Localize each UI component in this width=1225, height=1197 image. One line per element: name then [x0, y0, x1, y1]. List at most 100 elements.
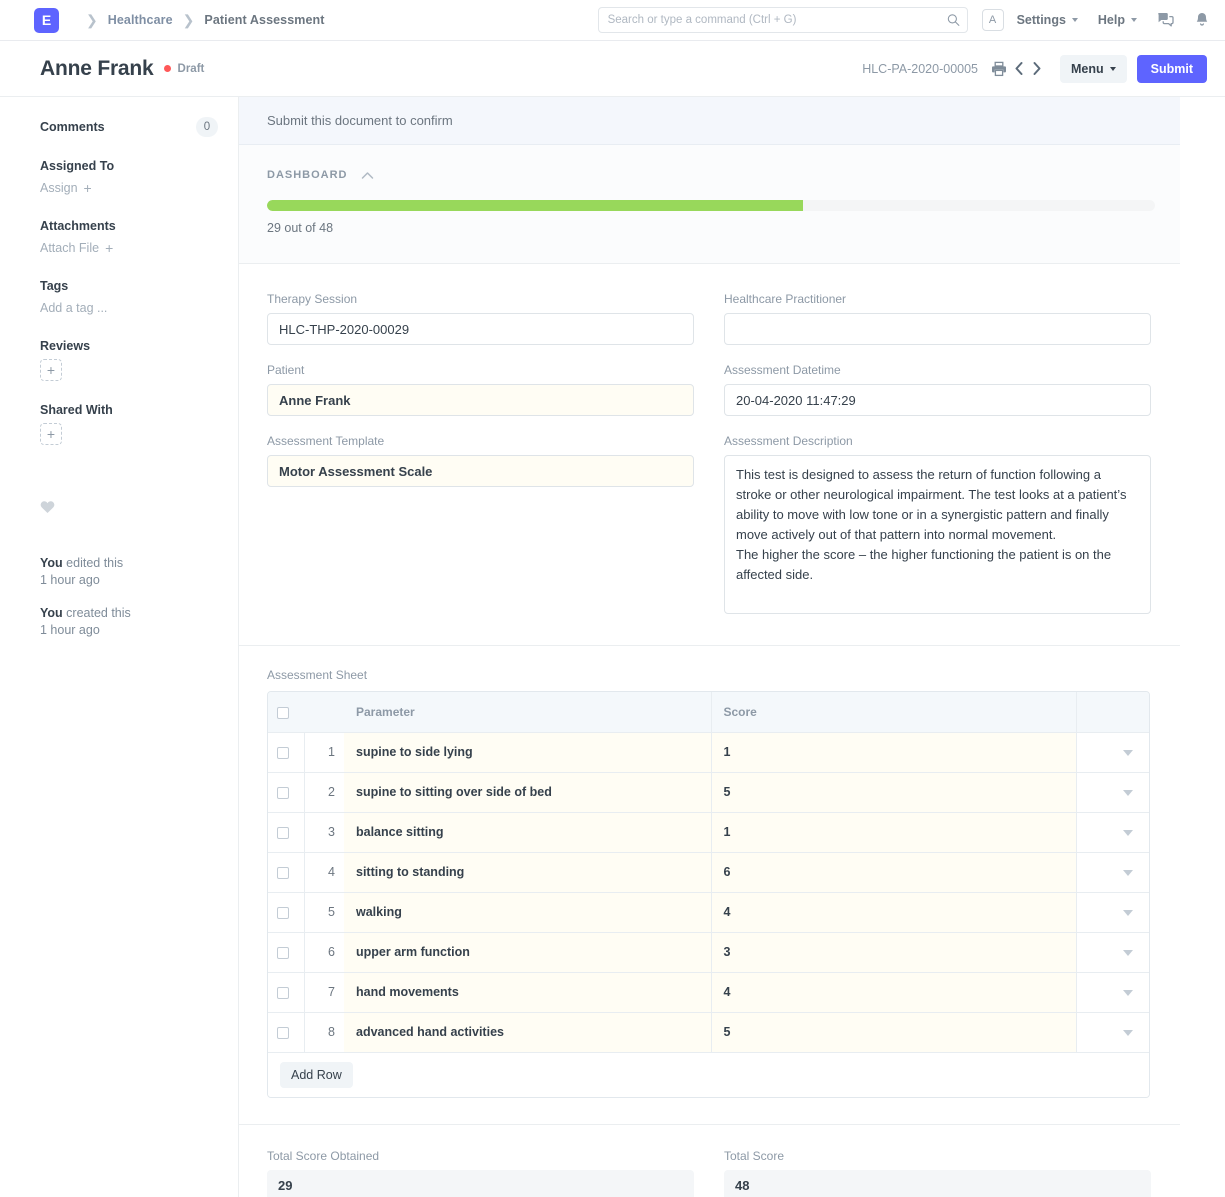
row-checkbox[interactable] [277, 987, 289, 999]
progress-label: 29 out of 48 [267, 221, 1156, 235]
progress-bar [267, 200, 1155, 211]
field-assessment-description: Assessment Description This test is desi… [724, 434, 1151, 619]
breadcrumb-item-healthcare[interactable]: Healthcare [108, 13, 173, 27]
table-row[interactable]: 8advanced hand activities5 [268, 1012, 1150, 1052]
add-review-button[interactable]: + [40, 359, 62, 381]
assessment-template-input[interactable] [267, 455, 694, 487]
patient-input[interactable] [267, 384, 694, 416]
table-row[interactable]: 6upper arm function3 [268, 932, 1150, 972]
settings-label: Settings [1017, 13, 1066, 27]
activity-time: 1 hour ago [40, 623, 100, 637]
add-row-button[interactable]: Add Row [280, 1062, 353, 1088]
row-select-cell [268, 772, 304, 812]
chevron-down-icon[interactable] [1123, 990, 1133, 996]
select-all-checkbox[interactable] [277, 707, 289, 719]
assign-button[interactable]: Assign + [40, 181, 92, 195]
cell-score[interactable]: 6 [711, 852, 1076, 892]
cell-parameter[interactable]: balance sitting [344, 812, 711, 852]
cell-score[interactable]: 3 [711, 932, 1076, 972]
cell-parameter[interactable]: supine to side lying [344, 732, 711, 772]
grid-footer: Add Row [268, 1053, 1149, 1097]
chat-button[interactable] [1157, 12, 1174, 28]
progress-bar-fill [267, 200, 803, 211]
assessment-template-label: Assessment Template [267, 434, 694, 448]
table-row[interactable]: 7hand movements4 [268, 972, 1150, 1012]
cell-score[interactable]: 1 [711, 812, 1076, 852]
chevron-down-icon[interactable] [1123, 1030, 1133, 1036]
healthcare-practitioner-input[interactable] [724, 313, 1151, 345]
cell-score[interactable]: 5 [711, 772, 1076, 812]
sidebar-item-comments[interactable]: Comments 0 [40, 117, 218, 137]
sidebar-section-assigned-to: Assigned To Assign + [40, 159, 218, 197]
cell-parameter[interactable]: upper arm function [344, 932, 711, 972]
chevron-down-icon[interactable] [1123, 950, 1133, 956]
heart-icon [40, 500, 55, 514]
cell-score[interactable]: 4 [711, 972, 1076, 1012]
chevron-right-icon: ❯ [183, 13, 195, 27]
status-badge: Draft [164, 63, 205, 75]
column-header-parameter[interactable]: Parameter [344, 692, 711, 732]
submit-button[interactable]: Submit [1137, 55, 1207, 83]
row-checkbox[interactable] [277, 867, 289, 879]
chevron-down-icon[interactable] [1123, 870, 1133, 876]
cell-parameter[interactable]: walking [344, 892, 711, 932]
cell-score[interactable]: 1 [711, 732, 1076, 772]
assessment-table: Parameter Score 1supine to side lying12s… [268, 692, 1150, 1053]
patient-label: Patient [267, 363, 694, 377]
cell-parameter[interactable]: sitting to standing [344, 852, 711, 892]
add-share-button[interactable]: + [40, 423, 62, 445]
column-header-score[interactable]: Score [711, 692, 1076, 732]
table-row[interactable]: 5walking4 [268, 892, 1150, 932]
add-tag-input[interactable]: Add a tag ... [40, 301, 107, 315]
table-row[interactable]: 4sitting to standing6 [268, 852, 1150, 892]
therapy-session-input[interactable] [267, 313, 694, 345]
field-assessment-template: Assessment Template [267, 434, 694, 487]
chevron-down-icon[interactable] [1123, 790, 1133, 796]
dashboard-header[interactable]: DASHBOARD [267, 169, 1156, 181]
cell-score[interactable]: 5 [711, 1012, 1076, 1052]
sidebar: Comments 0 Assigned To Assign + Attachme… [0, 97, 238, 1197]
table-row[interactable]: 3balance sitting1 [268, 812, 1150, 852]
settings-menu[interactable]: Settings [1017, 13, 1078, 27]
print-button[interactable] [991, 61, 1007, 77]
next-document-button[interactable] [1028, 61, 1046, 76]
collapse-button[interactable] [361, 171, 374, 180]
chevron-down-icon[interactable] [1123, 910, 1133, 916]
row-checkbox[interactable] [277, 787, 289, 799]
index-header [304, 692, 344, 732]
assessment-datetime-input[interactable] [724, 384, 1151, 416]
row-checkbox[interactable] [277, 747, 289, 759]
notifications-button[interactable] [1195, 12, 1209, 28]
row-index: 3 [304, 812, 344, 852]
row-actions-cell [1076, 932, 1150, 972]
row-checkbox[interactable] [277, 1027, 289, 1039]
table-row[interactable]: 1supine to side lying1 [268, 732, 1150, 772]
cell-parameter[interactable]: hand movements [344, 972, 711, 1012]
app-logo[interactable]: E [34, 8, 59, 33]
attach-file-button[interactable]: Attach File + [40, 241, 113, 255]
submit-hint-banner: Submit this document to confirm [239, 97, 1180, 145]
breadcrumb-item-patient-assessment[interactable]: Patient Assessment [204, 13, 324, 27]
chevron-down-icon[interactable] [1123, 750, 1133, 756]
like-button[interactable] [40, 500, 218, 519]
cell-parameter[interactable]: advanced hand activities [344, 1012, 711, 1052]
row-checkbox[interactable] [277, 827, 289, 839]
row-checkbox[interactable] [277, 907, 289, 919]
document-id: HLC-PA-2020-00005 [862, 62, 978, 76]
cell-parameter[interactable]: supine to sitting over side of bed [344, 772, 711, 812]
table-row[interactable]: 2supine to sitting over side of bed5 [268, 772, 1150, 812]
row-actions-cell [1076, 972, 1150, 1012]
row-checkbox[interactable] [277, 947, 289, 959]
row-actions-cell [1076, 1012, 1150, 1052]
avatar[interactable]: A [982, 9, 1004, 31]
help-menu[interactable]: Help [1098, 13, 1137, 27]
search-input[interactable] [598, 7, 968, 33]
chevron-down-icon[interactable] [1123, 830, 1133, 836]
row-select-cell [268, 852, 304, 892]
menu-button[interactable]: Menu [1060, 55, 1127, 83]
row-index: 5 [304, 892, 344, 932]
prev-document-button[interactable] [1010, 61, 1028, 76]
cell-score[interactable]: 4 [711, 892, 1076, 932]
row-select-cell [268, 732, 304, 772]
assessment-description-input[interactable]: This test is designed to assess the retu… [724, 455, 1151, 614]
